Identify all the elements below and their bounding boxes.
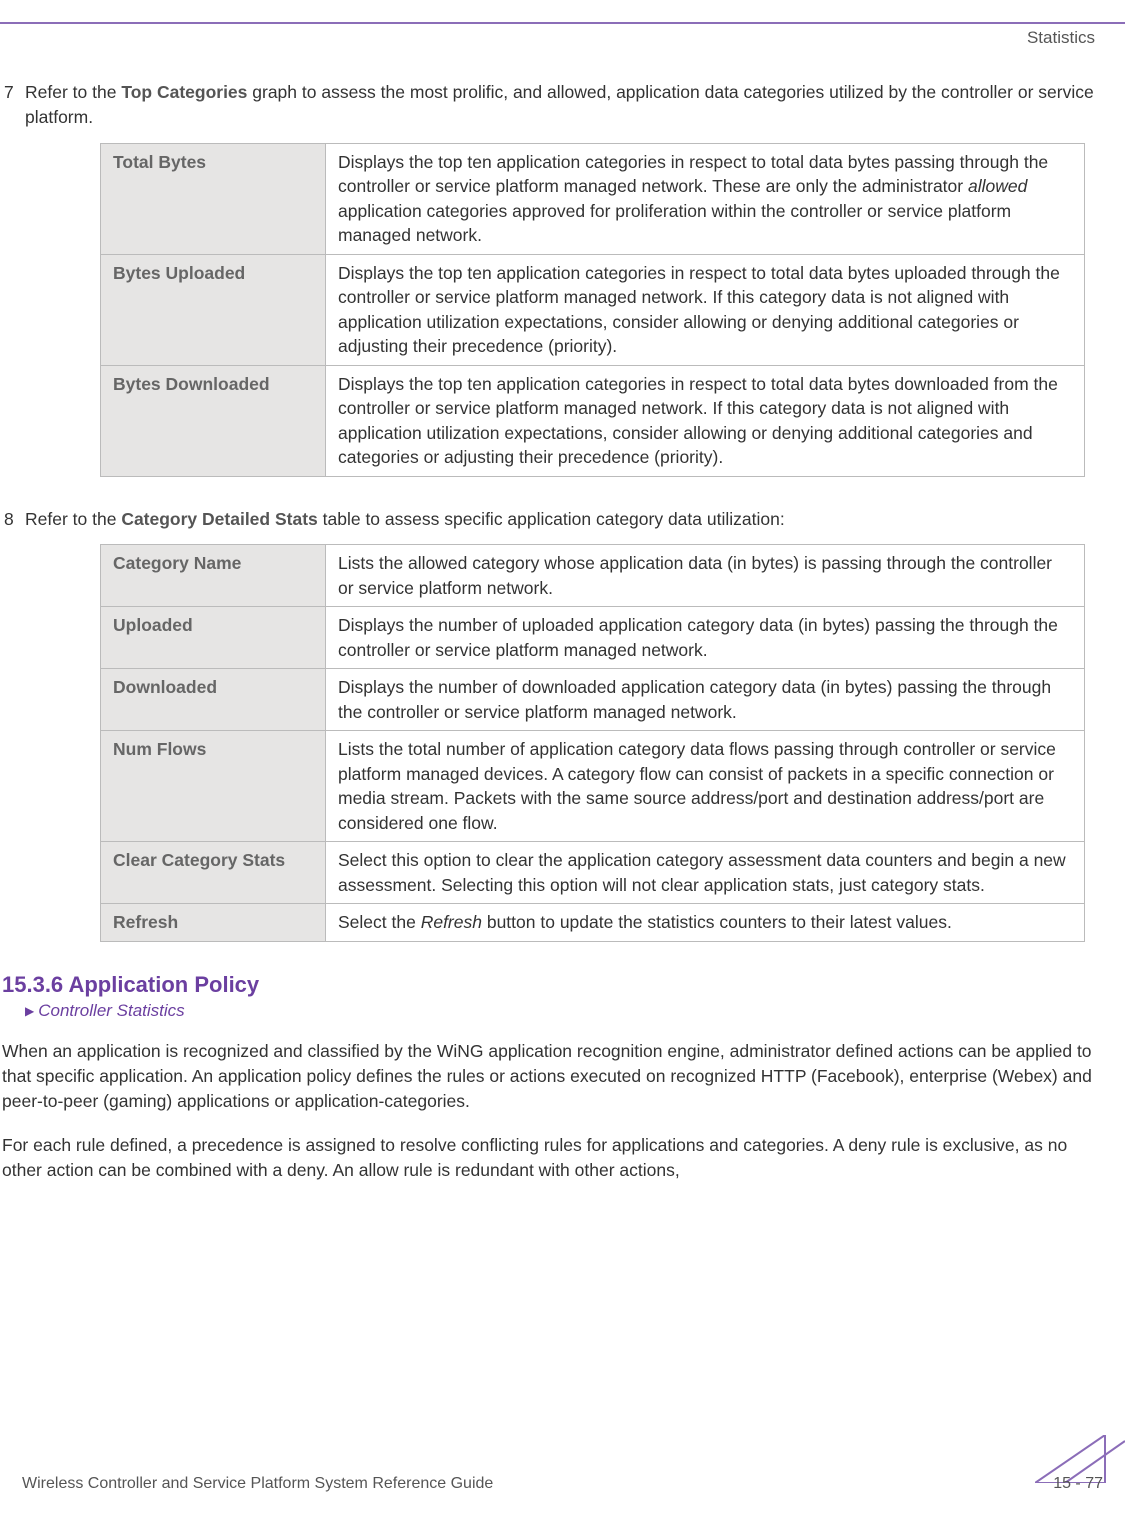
- play-icon: ▶: [25, 1004, 34, 1018]
- desc-cell: Displays the top ten application categor…: [326, 365, 1085, 476]
- step-7-number: 7: [0, 80, 25, 131]
- breadcrumb: ▶ Controller Statistics: [25, 1001, 1095, 1021]
- desc-cell: Displays the number of uploaded applicat…: [326, 607, 1085, 669]
- desc-post: application categories approved for prol…: [338, 201, 1011, 246]
- page-content: 7 Refer to the Top Categories graph to a…: [0, 80, 1125, 1202]
- desc-italic: Refresh: [421, 912, 482, 932]
- step-7-text: Refer to the Top Categories graph to ass…: [25, 80, 1095, 131]
- step-8-text-bold: Category Detailed Stats: [121, 509, 317, 529]
- table-row: Total Bytes Displays the top ten applica…: [101, 143, 1085, 254]
- category-stats-table: Category Name Lists the allowed category…: [100, 544, 1085, 942]
- term-cell: Num Flows: [101, 731, 326, 842]
- top-categories-table: Total Bytes Displays the top ten applica…: [100, 143, 1085, 477]
- step-8-number: 8: [0, 507, 25, 532]
- step-7-text-bold: Top Categories: [121, 82, 247, 102]
- header-section-label: Statistics: [1027, 28, 1095, 48]
- footer-page-number: 15 - 77: [1053, 1475, 1103, 1493]
- step-7-intro: 7 Refer to the Top Categories graph to a…: [0, 80, 1095, 131]
- section-heading: 15.3.6 Application Policy: [2, 972, 1095, 998]
- desc-post: button to update the statistics counters…: [482, 912, 952, 932]
- desc-cell: Displays the number of downloaded applic…: [326, 669, 1085, 731]
- step-8-text-post: table to assess specific application cat…: [318, 509, 785, 529]
- desc-cell: Select the Refresh button to update the …: [326, 904, 1085, 942]
- term-cell: Uploaded: [101, 607, 326, 669]
- term-cell: Category Name: [101, 545, 326, 607]
- table-row: Bytes Downloaded Displays the top ten ap…: [101, 365, 1085, 476]
- desc-cell: Select this option to clear the applicat…: [326, 842, 1085, 904]
- table-row: Refresh Select the Refresh button to upd…: [101, 904, 1085, 942]
- desc-pre: Select the: [338, 912, 421, 932]
- step-8-text-pre: Refer to the: [25, 509, 121, 529]
- desc-italic: allowed: [968, 176, 1027, 196]
- term-cell: Clear Category Stats: [101, 842, 326, 904]
- desc-pre: Displays the top ten application categor…: [338, 152, 1048, 197]
- term-cell: Bytes Uploaded: [101, 254, 326, 365]
- table-row: Bytes Uploaded Displays the top ten appl…: [101, 254, 1085, 365]
- step-8-text: Refer to the Category Detailed Stats tab…: [25, 507, 1095, 532]
- footer-left-text: Wireless Controller and Service Platform…: [22, 1475, 493, 1493]
- breadcrumb-text: Controller Statistics: [38, 1001, 184, 1021]
- step-7-block: 7 Refer to the Top Categories graph to a…: [0, 80, 1095, 477]
- table-row: Uploaded Displays the number of uploaded…: [101, 607, 1085, 669]
- header-divider: [0, 22, 1125, 24]
- term-cell: Total Bytes: [101, 143, 326, 254]
- term-cell: Refresh: [101, 904, 326, 942]
- section-paragraph-2: For each rule defined, a precedence is a…: [2, 1133, 1095, 1184]
- desc-cell: Displays the top ten application categor…: [326, 143, 1085, 254]
- step-7-text-pre: Refer to the: [25, 82, 121, 102]
- table-row: Num Flows Lists the total number of appl…: [101, 731, 1085, 842]
- table-row: Downloaded Displays the number of downlo…: [101, 669, 1085, 731]
- desc-cell: Lists the total number of application ca…: [326, 731, 1085, 842]
- step-8-block: 8 Refer to the Category Detailed Stats t…: [0, 507, 1095, 942]
- step-8-intro: 8 Refer to the Category Detailed Stats t…: [0, 507, 1095, 532]
- table-row: Category Name Lists the allowed category…: [101, 545, 1085, 607]
- page-footer: Wireless Controller and Service Platform…: [0, 1475, 1125, 1493]
- desc-cell: Lists the allowed category whose applica…: [326, 545, 1085, 607]
- section-paragraph-1: When an application is recognized and cl…: [2, 1039, 1095, 1115]
- term-cell: Downloaded: [101, 669, 326, 731]
- table-row: Clear Category Stats Select this option …: [101, 842, 1085, 904]
- term-cell: Bytes Downloaded: [101, 365, 326, 476]
- desc-cell: Displays the top ten application categor…: [326, 254, 1085, 365]
